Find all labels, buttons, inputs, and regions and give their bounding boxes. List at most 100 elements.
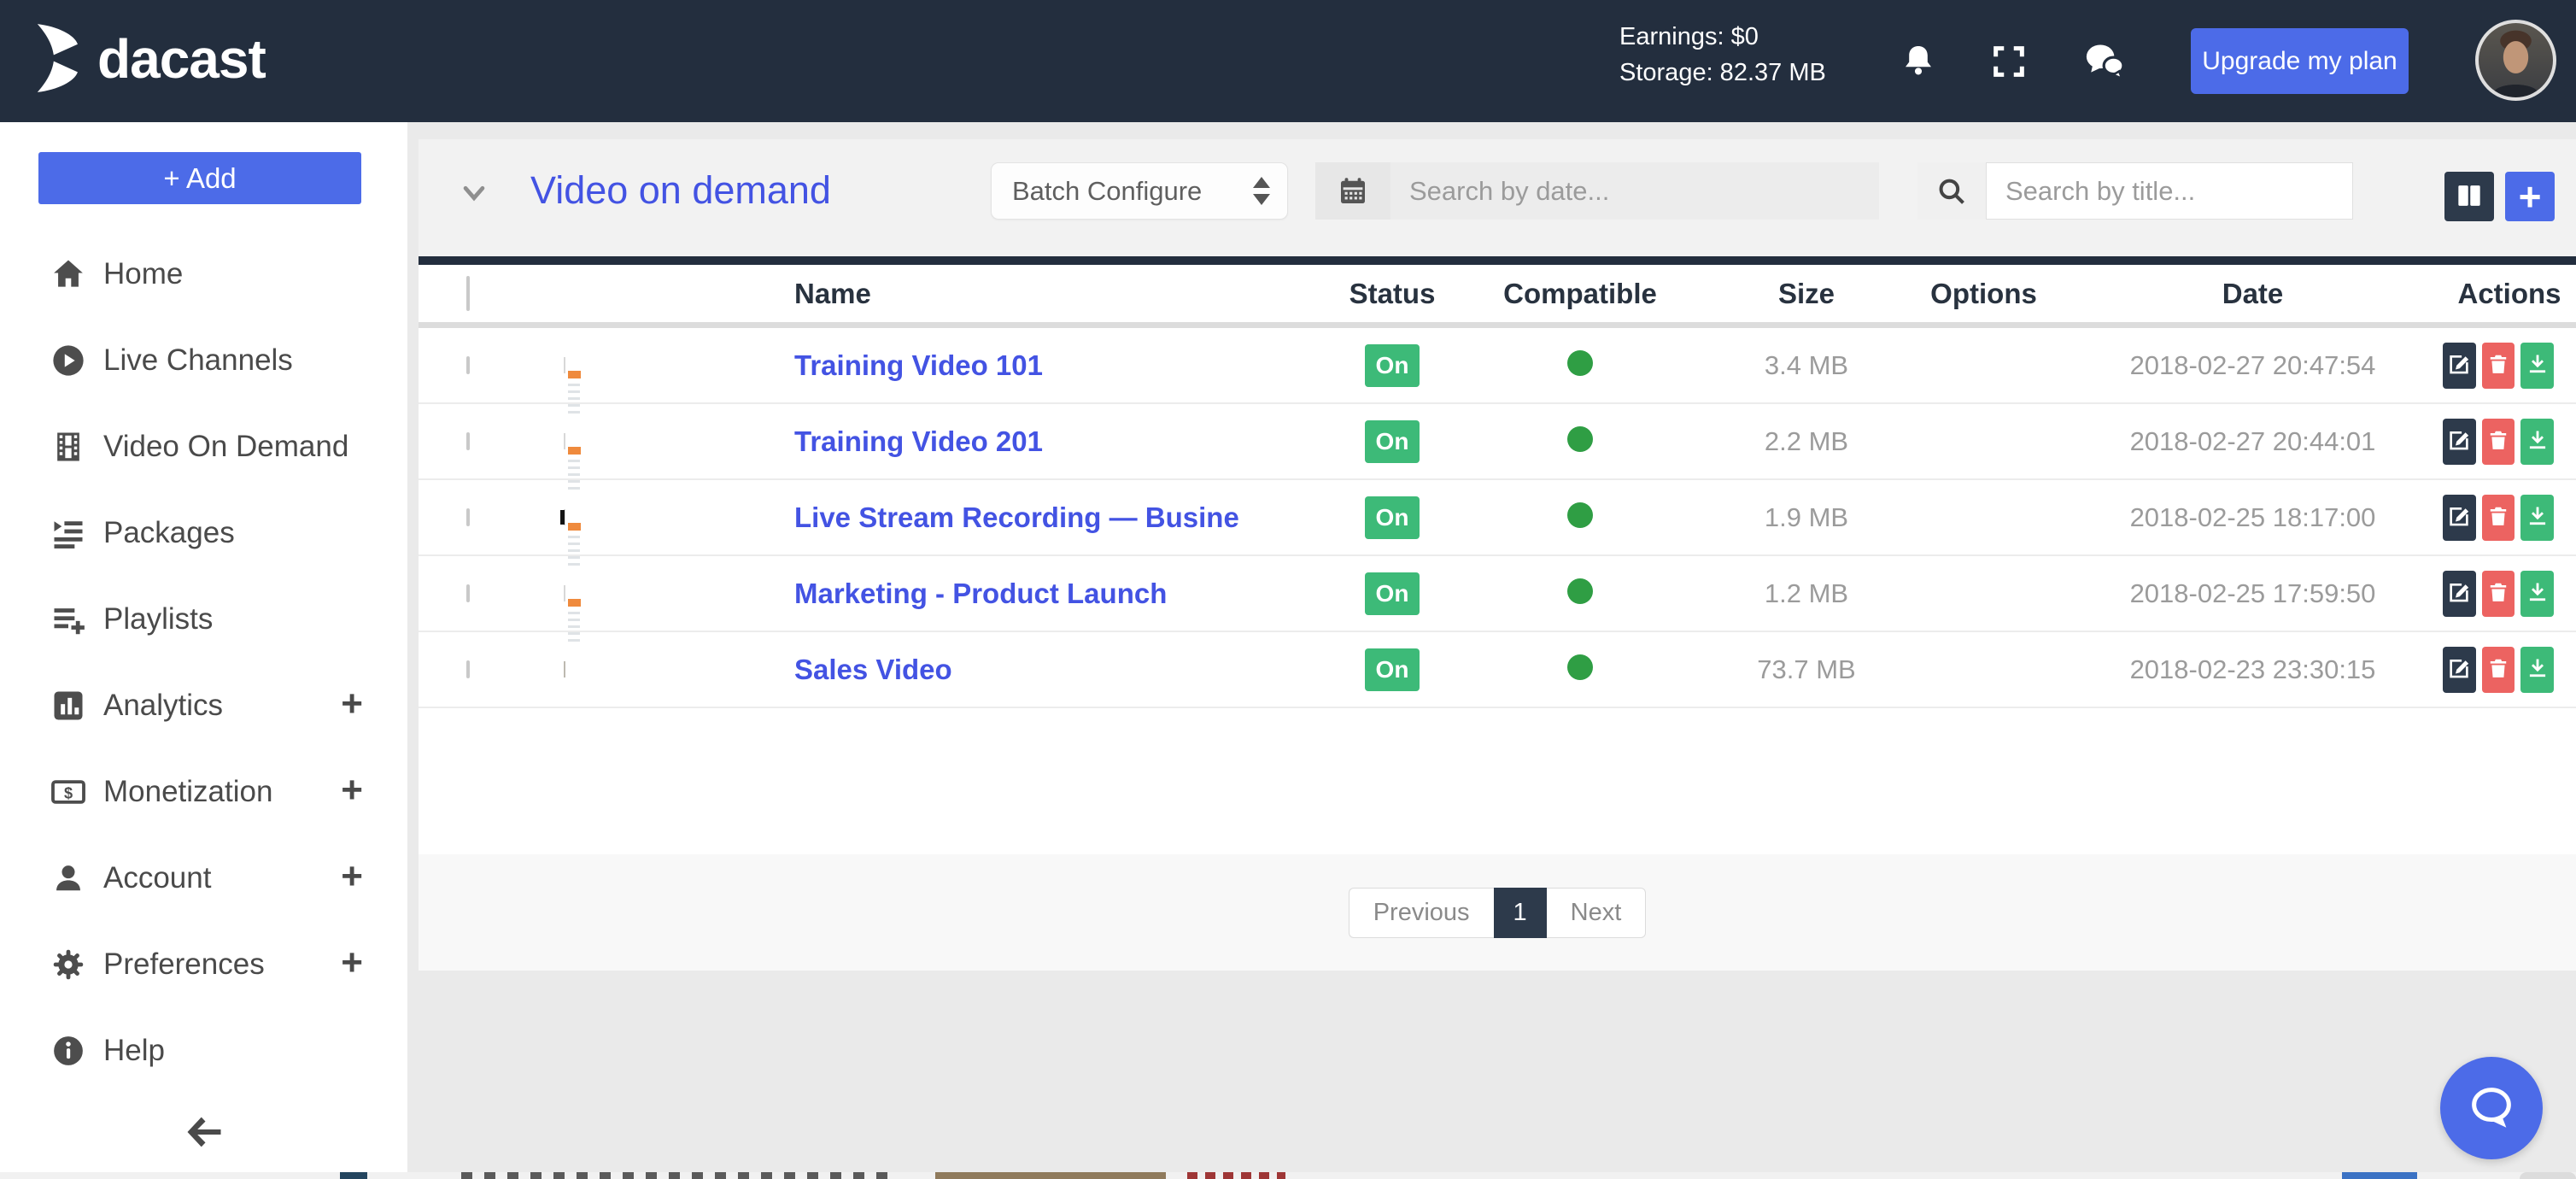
row-date-cell: 2018-02-23 23:30:15 — [2129, 654, 2376, 684]
notifications-bell-icon[interactable] — [1894, 38, 1942, 85]
video-title-link[interactable]: Live Stream Recording — Busine — [726, 502, 1332, 534]
row-size-cell: 73.7 MB — [1757, 654, 1856, 684]
sidebar-item-help[interactable]: Help — [0, 1007, 407, 1094]
column-date: Date — [2222, 277, 2284, 309]
sidebar-item-video-on-demand[interactable]: Video On Demand — [0, 403, 407, 490]
sidebar-item-account[interactable]: Account + — [0, 835, 407, 921]
download-video-button[interactable] — [2520, 646, 2554, 693]
upgrade-plan-button[interactable]: Upgrade my plan — [2191, 28, 2409, 94]
sidebar-item-monetization[interactable]: $ Monetization + — [0, 748, 407, 835]
chat-messages-icon[interactable] — [2081, 38, 2128, 85]
sidebar-item-packages[interactable]: Packages — [0, 490, 407, 576]
row-checkbox[interactable] — [466, 355, 470, 374]
edit-video-button[interactable] — [2442, 342, 2476, 389]
sidebar-item-label: Packages — [103, 515, 235, 549]
pagination-bar: Previous 1 Next — [419, 854, 2576, 971]
sidebar-item-live-channels[interactable]: Live Channels — [0, 317, 407, 403]
download-icon — [2526, 352, 2550, 378]
row-checkbox[interactable] — [466, 507, 470, 526]
row-actions-cell — [2442, 570, 2576, 617]
row-status-cell: On — [1332, 419, 1452, 463]
video-thumbnail[interactable] — [564, 508, 581, 566]
fullscreen-icon[interactable] — [1985, 38, 2033, 85]
trash-icon — [2486, 428, 2510, 455]
toggle-columns-button[interactable] — [2444, 172, 2494, 221]
status-badge[interactable]: On — [1364, 496, 1420, 539]
expand-plus-icon[interactable]: + — [341, 771, 363, 809]
sidebar-item-playlists[interactable]: Playlists — [0, 576, 407, 662]
previous-page-button[interactable]: Previous — [1348, 887, 1494, 938]
edit-icon — [2446, 655, 2472, 683]
add-button[interactable]: + Add — [38, 152, 361, 204]
edit-video-button[interactable] — [2442, 646, 2476, 693]
delete-video-button[interactable] — [2481, 342, 2515, 389]
delete-video-button[interactable] — [2481, 418, 2515, 465]
sidebar-item-label: Monetization — [103, 774, 273, 808]
video-title-link[interactable]: Marketing - Product Launch — [726, 578, 1332, 610]
video-title-link[interactable]: Training Video 201 — [726, 425, 1332, 458]
logo-wordmark: dacast — [97, 28, 266, 90]
current-page-button[interactable]: 1 — [1493, 887, 1547, 938]
status-badge[interactable]: On — [1364, 572, 1420, 615]
download-video-button[interactable] — [2520, 342, 2554, 389]
dacast-logo[interactable]: dacast — [36, 24, 266, 92]
sidebar-item-home[interactable]: Home — [0, 231, 407, 317]
batch-configure-value: Batch Configure — [1012, 175, 1203, 206]
live-chat-fab[interactable] — [2440, 1057, 2543, 1159]
download-video-button[interactable] — [2520, 570, 2554, 617]
download-video-button[interactable] — [2520, 494, 2554, 541]
expand-plus-icon[interactable]: + — [341, 857, 363, 895]
sidebar-item-analytics[interactable]: Analytics + — [0, 662, 407, 748]
row-checkbox[interactable] — [466, 660, 470, 678]
row-checkbox[interactable] — [466, 431, 470, 450]
row-compatible-cell — [1452, 502, 1708, 532]
calendar-icon — [1315, 162, 1390, 220]
delete-video-button[interactable] — [2481, 494, 2515, 541]
user-avatar[interactable] — [2475, 20, 2556, 101]
toolbar: Video on demand Batch Configure + — [419, 139, 2576, 256]
row-status-cell: On — [1332, 648, 1452, 691]
search-by-title-input[interactable] — [1986, 162, 2353, 220]
compatible-dot — [1567, 578, 1593, 604]
film-icon — [49, 427, 88, 466]
row-status-cell: On — [1332, 343, 1452, 387]
batch-configure-select[interactable]: Batch Configure — [991, 162, 1288, 220]
row-checkbox[interactable] — [466, 584, 470, 602]
next-page-button[interactable]: Next — [1546, 887, 1647, 938]
edit-video-button[interactable] — [2442, 494, 2476, 541]
status-badge[interactable]: On — [1364, 648, 1420, 691]
video-thumbnail[interactable] — [564, 584, 581, 642]
delete-video-button[interactable] — [2481, 570, 2515, 617]
select-all-checkbox[interactable] — [466, 275, 470, 311]
top-header: dacast Earnings: $0 Storage: 82.37 MB Up… — [0, 0, 2576, 122]
search-by-date-input[interactable] — [1390, 162, 1879, 220]
sidebar-item-preferences[interactable]: Preferences + — [0, 921, 407, 1007]
video-title-link[interactable]: Sales Video — [726, 654, 1332, 686]
expand-plus-icon[interactable]: + — [341, 943, 363, 982]
status-badge[interactable]: On — [1364, 419, 1420, 463]
row-status-cell: On — [1332, 572, 1452, 615]
edit-icon — [2446, 427, 2472, 455]
status-badge[interactable]: On — [1364, 343, 1420, 387]
add-video-button[interactable]: + — [2505, 172, 2555, 221]
row-name-cell: Live Stream Recording — Busine — [726, 502, 1332, 534]
trash-icon — [2486, 504, 2510, 531]
indent-list-icon — [49, 513, 88, 553]
edit-video-button[interactable] — [2442, 570, 2476, 617]
video-table-body: Training Video 101 On 3.4 MB 2018-02-27 20:… — [419, 328, 2576, 708]
video-title-link[interactable]: Training Video 101 — [726, 349, 1332, 382]
download-video-button[interactable] — [2520, 418, 2554, 465]
search-icon — [1917, 162, 1986, 220]
edit-video-button[interactable] — [2442, 418, 2476, 465]
row-checkbox-cell — [419, 431, 530, 450]
row-thumb-cell — [530, 356, 726, 414]
background-window-sliver — [0, 1172, 2576, 1179]
video-thumbnail[interactable] — [564, 432, 581, 490]
chevron-down-icon[interactable] — [460, 179, 489, 212]
collapse-sidebar-button[interactable] — [0, 1106, 407, 1161]
expand-plus-icon[interactable]: + — [341, 684, 363, 723]
delete-video-button[interactable] — [2481, 646, 2515, 693]
playlist-add-icon — [49, 600, 88, 639]
video-thumbnail[interactable] — [564, 660, 565, 677]
video-thumbnail[interactable] — [564, 356, 581, 414]
